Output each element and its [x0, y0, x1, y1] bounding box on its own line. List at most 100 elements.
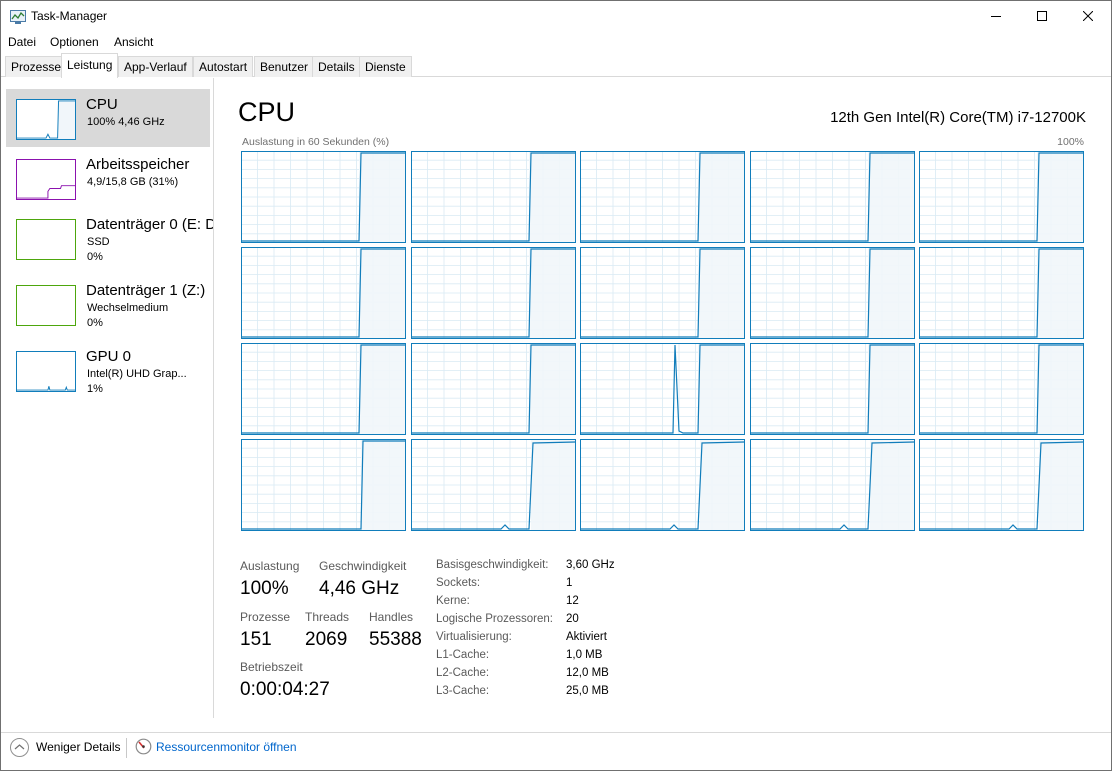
logical-processor-graph — [749, 439, 915, 531]
sidebar-gpu-title: GPU 0 — [86, 348, 132, 365]
logical-processor-graph — [580, 247, 745, 339]
logical-processor-graph — [410, 343, 576, 435]
sidebar-disk0-type: SSD — [87, 236, 110, 248]
maximize-button[interactable] — [1019, 1, 1065, 31]
resource-monitor-icon — [135, 738, 152, 755]
logical-processor-graph — [580, 343, 745, 435]
sidebar-cpu-detail: 100% 4,46 GHz — [87, 116, 165, 128]
menu-datei[interactable]: Datei — [8, 35, 36, 49]
menu-optionen[interactable]: Optionen — [50, 35, 99, 49]
logical-processor-graph — [580, 151, 745, 243]
logical-processor-graph — [241, 151, 406, 243]
sidebar-memory-title: Arbeitsspeicher — [86, 156, 190, 173]
chevron-up-icon — [10, 738, 29, 757]
logical-processor-graph — [919, 151, 1084, 243]
tab-app-verlauf[interactable]: App-Verlauf — [118, 56, 193, 77]
logical-processor-graph — [410, 247, 576, 339]
threads-value: 2069 — [305, 629, 348, 650]
geschwindigkeit-label: Geschwindigkeit — [319, 559, 407, 573]
prozesse-value: 151 — [240, 629, 272, 650]
tab-dienste[interactable]: Dienste — [359, 56, 412, 77]
graph-caption: Auslastung in 60 Sekunden (%) — [242, 136, 390, 148]
sidebar-gpu-name: Intel(R) UHD Grap... — [87, 368, 187, 380]
footer-bar: Weniger Details Ressourcenmonitor öffnen — [1, 732, 1111, 770]
sidebar-memory-detail: 4,9/15,8 GB (31%) — [87, 176, 179, 188]
tab-prozesse[interactable]: Prozesse — [5, 56, 68, 77]
sidebar-disk0-title: Datenträger 0 (E: D — [86, 216, 214, 233]
sidebar-disk1-title: Datenträger 1 (Z:) — [86, 282, 206, 299]
sidebar-item-disk-1[interactable]: Datenträger 1 (Z:) Wechselmedium 0% — [6, 275, 210, 333]
info-label: Virtualisierung: — [436, 631, 512, 643]
logical-processor-graph — [919, 247, 1084, 339]
sidebar-gpu-usage: 1% — [87, 383, 103, 395]
sidebar-item-cpu[interactable]: CPU 100% 4,46 GHz — [6, 89, 210, 147]
tab-details[interactable]: Details — [312, 56, 361, 77]
page-title: CPU — [238, 97, 296, 127]
logical-processor-graph — [749, 247, 915, 339]
logical-processor-graph — [919, 343, 1084, 435]
cpu-thumbnail-graph — [16, 99, 76, 140]
handles-label: Handles — [369, 610, 414, 624]
prozesse-label: Prozesse — [240, 610, 291, 624]
info-value: 1,0 MB — [566, 649, 603, 661]
tab-autostart[interactable]: Autostart — [193, 56, 254, 77]
close-icon — [1083, 11, 1093, 21]
footer-divider — [126, 738, 127, 758]
logical-processor-graph — [410, 151, 576, 243]
info-label: L2-Cache: — [436, 667, 490, 679]
auslastung-label: Auslastung — [240, 559, 300, 573]
sidebar-item-disk-0[interactable]: Datenträger 0 (E: D SSD 0% — [6, 209, 213, 267]
less-details-label: Weniger Details — [36, 740, 121, 754]
info-label: Basisgeschwindigkeit: — [436, 559, 549, 571]
geschwindigkeit-value: 4,46 GHz — [319, 578, 400, 599]
resource-monitor-link[interactable]: Ressourcenmonitor öffnen — [156, 740, 297, 754]
logical-processor-graph — [749, 151, 915, 243]
logical-processor-graph — [919, 439, 1084, 531]
sidebar-item-gpu-0[interactable]: GPU 0 Intel(R) UHD Grap... 1% — [6, 341, 210, 399]
sidebar-disk1-usage: 0% — [87, 317, 103, 329]
task-manager-window: Task-Manager Datei Optionen Ansicht Proz… — [0, 0, 1112, 771]
threads-label: Threads — [305, 610, 350, 624]
info-label: L1-Cache: — [436, 649, 490, 661]
info-label: L3-Cache: — [436, 685, 490, 697]
title-bar: Task-Manager — [1, 1, 1111, 31]
performance-sidebar: CPU 100% 4,46 GHz Arbeitsspeicher 4,9/15… — [1, 78, 214, 718]
info-label: Kerne: — [436, 595, 470, 607]
sidebar-disk1-type: Wechselmedium — [87, 302, 169, 314]
menu-bar: Datei Optionen Ansicht — [1, 31, 1111, 52]
handles-value: 55388 — [369, 629, 422, 650]
logical-processor-graph — [241, 439, 406, 531]
auslastung-value: 100% — [240, 578, 289, 599]
info-value: 25,0 MB — [566, 685, 609, 697]
info-value: 12,0 MB — [566, 667, 609, 679]
graph-max-label: 100% — [1057, 136, 1084, 148]
betriebszeit-value: 0:00:04:27 — [240, 679, 330, 700]
disk0-thumbnail-graph — [16, 219, 76, 260]
memory-thumbnail-graph — [16, 159, 76, 200]
window-title: Task-Manager — [31, 9, 108, 23]
processor-name: 12th Gen Intel(R) Core(TM) i7-12700K — [830, 109, 1086, 126]
minimize-button[interactable] — [973, 1, 1019, 31]
info-value: 1 — [566, 577, 573, 589]
info-label: Logische Prozessoren: — [436, 613, 553, 625]
disk1-thumbnail-graph — [16, 285, 76, 326]
maximize-icon — [1037, 11, 1047, 21]
logical-processor-graph — [749, 343, 915, 435]
logical-processor-graph — [241, 247, 406, 339]
close-button[interactable] — [1065, 1, 1111, 31]
betriebszeit-label: Betriebszeit — [240, 660, 303, 674]
task-manager-app-icon — [10, 10, 26, 24]
sidebar-cpu-title: CPU — [86, 96, 118, 113]
sidebar-disk0-usage: 0% — [87, 251, 103, 263]
logical-processor-graph — [580, 439, 745, 531]
tab-leistung[interactable]: Leistung — [61, 53, 119, 78]
info-value: 3,60 GHz — [566, 559, 615, 571]
logical-processor-graph — [410, 439, 576, 531]
minimize-icon — [991, 16, 1001, 17]
gpu-thumbnail-graph — [16, 351, 76, 392]
sidebar-item-memory[interactable]: Arbeitsspeicher 4,9/15,8 GB (31%) — [6, 149, 210, 207]
tab-benutzer[interactable]: Benutzer — [254, 56, 315, 77]
tab-bar: Prozesse Leistung App-Verlauf Autostart … — [1, 53, 1111, 78]
logical-processor-graph — [241, 343, 406, 435]
menu-ansicht[interactable]: Ansicht — [114, 35, 153, 49]
